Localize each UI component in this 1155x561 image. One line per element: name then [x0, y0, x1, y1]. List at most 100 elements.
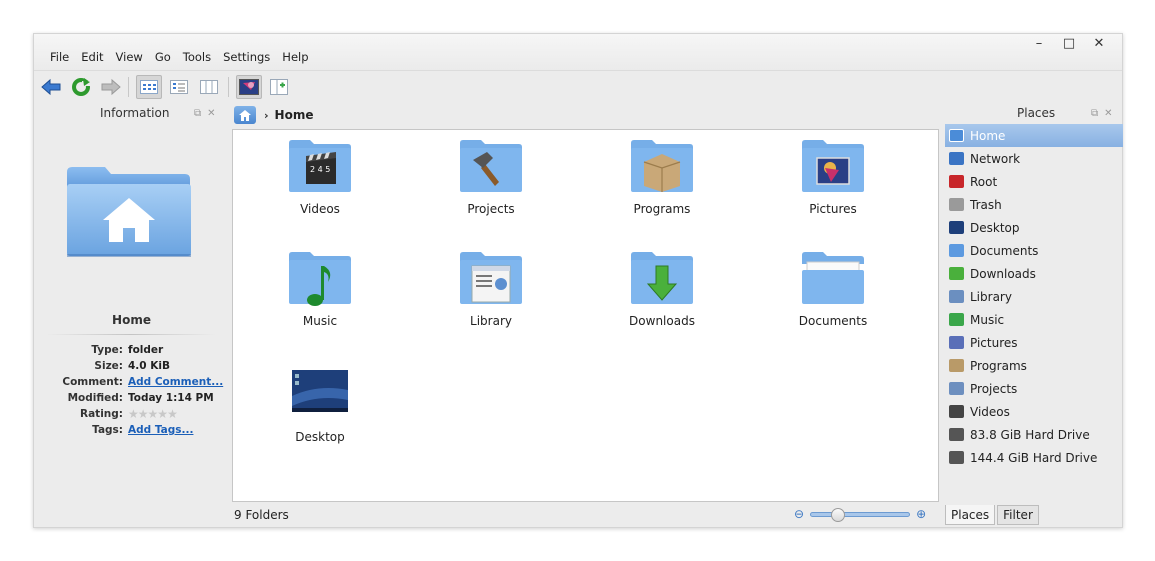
zoom-slider-handle[interactable]: [831, 507, 846, 522]
network-icon: [949, 152, 964, 165]
folder-item-programs[interactable]: Programs: [602, 138, 722, 216]
close-button[interactable]: ✕: [1084, 36, 1114, 51]
folder-label: Videos: [300, 202, 340, 216]
undock-icon[interactable]: ⧉: [194, 108, 207, 119]
places-item-hard-drive[interactable]: 83.8 GiB Hard Drive: [945, 423, 1123, 446]
places-item-projects[interactable]: Projects: [945, 377, 1123, 400]
property-label: Tags:: [92, 424, 123, 436]
places-item-desktop[interactable]: Desktop: [945, 216, 1123, 239]
star-icon[interactable]: ★: [157, 407, 168, 421]
folder-label: Music: [302, 314, 338, 328]
places-item-videos[interactable]: Videos: [945, 400, 1123, 423]
add-tags-link[interactable]: Add Tags...: [128, 424, 193, 436]
details-view-icon[interactable]: [166, 75, 192, 99]
hard-drive-icon: [949, 428, 964, 441]
places-item-documents[interactable]: Documents: [945, 239, 1123, 262]
places-item-label: Root: [970, 174, 998, 189]
close-panel-icon[interactable]: ✕: [1104, 108, 1118, 119]
menu-go[interactable]: Go: [149, 50, 177, 64]
library-folder-icon: [459, 250, 523, 314]
folder-item-desktop[interactable]: Desktop: [260, 366, 380, 444]
places-item-network[interactable]: Network: [945, 147, 1123, 170]
maximize-button[interactable]: □: [1054, 36, 1084, 51]
close-panel-icon[interactable]: ✕: [207, 108, 221, 119]
places-item-library[interactable]: Library: [945, 285, 1123, 308]
menu-settings[interactable]: Settings: [217, 50, 276, 64]
menu-tools[interactable]: Tools: [177, 50, 217, 64]
icons-view-icon[interactable]: [136, 75, 162, 99]
places-item-music[interactable]: Music: [945, 308, 1123, 331]
places-item-label: 144.4 GiB Hard Drive: [970, 450, 1098, 465]
music-folder-icon: [288, 250, 352, 314]
information-panel: Information ⧉✕ Home Type: folder Size: 4…: [34, 102, 229, 526]
zoom-out-icon[interactable]: ⊖: [794, 507, 804, 521]
folder-item-downloads[interactable]: Downloads: [602, 250, 722, 328]
programs-icon: [949, 359, 964, 372]
property-label: Size:: [94, 360, 123, 372]
breadcrumb-current[interactable]: Home: [275, 108, 314, 122]
root-icon: [949, 175, 964, 188]
places-item-programs[interactable]: Programs: [945, 354, 1123, 377]
forward-icon[interactable]: [98, 75, 124, 99]
places-item-label: Trash: [970, 197, 1002, 212]
zoom-slider[interactable]: [810, 507, 911, 522]
preview-icon[interactable]: [236, 75, 262, 99]
rating-stars[interactable]: ★★★★★: [128, 407, 178, 421]
property-label: Modified:: [67, 392, 123, 404]
programs-folder-icon: [630, 138, 694, 202]
information-panel-title: Information: [100, 106, 170, 120]
property-value: folder: [128, 344, 164, 356]
videos-icon: [949, 405, 964, 418]
folder-item-videos[interactable]: 2 4 5 Videos: [260, 138, 380, 216]
places-item-trash[interactable]: Trash: [945, 193, 1123, 216]
folder-item-documents[interactable]: Documents: [773, 250, 893, 328]
folder-label: Projects: [467, 202, 515, 216]
projects-icon: [949, 382, 964, 395]
menu-file[interactable]: File: [44, 50, 75, 64]
add-comment-link[interactable]: Add Comment...: [128, 376, 223, 388]
star-icon[interactable]: ★: [148, 407, 159, 421]
places-list: Home Network Root Trash Desktop Documents Down…: [945, 124, 1123, 469]
split-view-icon[interactable]: [266, 75, 292, 99]
columns-view-icon[interactable]: [196, 75, 222, 99]
menu-help[interactable]: Help: [276, 50, 314, 64]
toolbar: [34, 70, 1122, 102]
reload-icon[interactable]: [68, 75, 94, 99]
folder-item-library[interactable]: Library: [431, 250, 551, 328]
property-row-type: Type: folder: [34, 342, 229, 358]
folder-item-projects[interactable]: Projects: [431, 138, 551, 216]
undock-icon[interactable]: ⧉: [1091, 108, 1104, 119]
downloads-folder-icon: [630, 250, 694, 314]
folder-item-pictures[interactable]: Pictures: [773, 138, 893, 216]
menu-view[interactable]: View: [110, 50, 149, 64]
star-icon[interactable]: ★: [128, 407, 139, 421]
back-icon[interactable]: [38, 75, 64, 99]
tab-places[interactable]: Places: [945, 505, 996, 525]
panel-buttons: ⧉✕: [194, 108, 222, 119]
places-item-downloads[interactable]: Downloads: [945, 262, 1123, 285]
toolbar-separator: [128, 77, 129, 97]
places-item-hard-drive[interactable]: 144.4 GiB Hard Drive: [945, 446, 1123, 469]
property-row-size: Size: 4.0 KiB: [34, 358, 229, 374]
documents-icon: [949, 244, 964, 257]
folder-view[interactable]: 2 4 5 Videos Projects Programs Pictures: [232, 129, 939, 502]
videos-folder-icon: 2 4 5: [288, 138, 352, 202]
breadcrumb-home-button[interactable]: [234, 106, 256, 124]
hard-drive-icon: [949, 451, 964, 464]
star-icon[interactable]: ★: [167, 407, 178, 421]
documents-folder-icon: [801, 250, 865, 314]
window-controls: – □ ✕: [1024, 34, 1114, 51]
property-row-comment: Comment: Add Comment...: [34, 374, 229, 390]
places-item-label: Downloads: [970, 266, 1036, 281]
zoom-in-icon[interactable]: ⊕: [916, 507, 926, 521]
menu-edit[interactable]: Edit: [75, 50, 109, 64]
places-item-label: Videos: [970, 404, 1010, 419]
places-item-pictures[interactable]: Pictures: [945, 331, 1123, 354]
property-label: Rating:: [80, 408, 123, 420]
minimize-button[interactable]: –: [1024, 36, 1054, 51]
tab-filter[interactable]: Filter: [997, 505, 1039, 525]
places-item-home[interactable]: Home: [945, 124, 1123, 147]
folder-item-music[interactable]: Music: [260, 250, 380, 328]
places-item-root[interactable]: Root: [945, 170, 1123, 193]
star-icon[interactable]: ★: [138, 407, 149, 421]
